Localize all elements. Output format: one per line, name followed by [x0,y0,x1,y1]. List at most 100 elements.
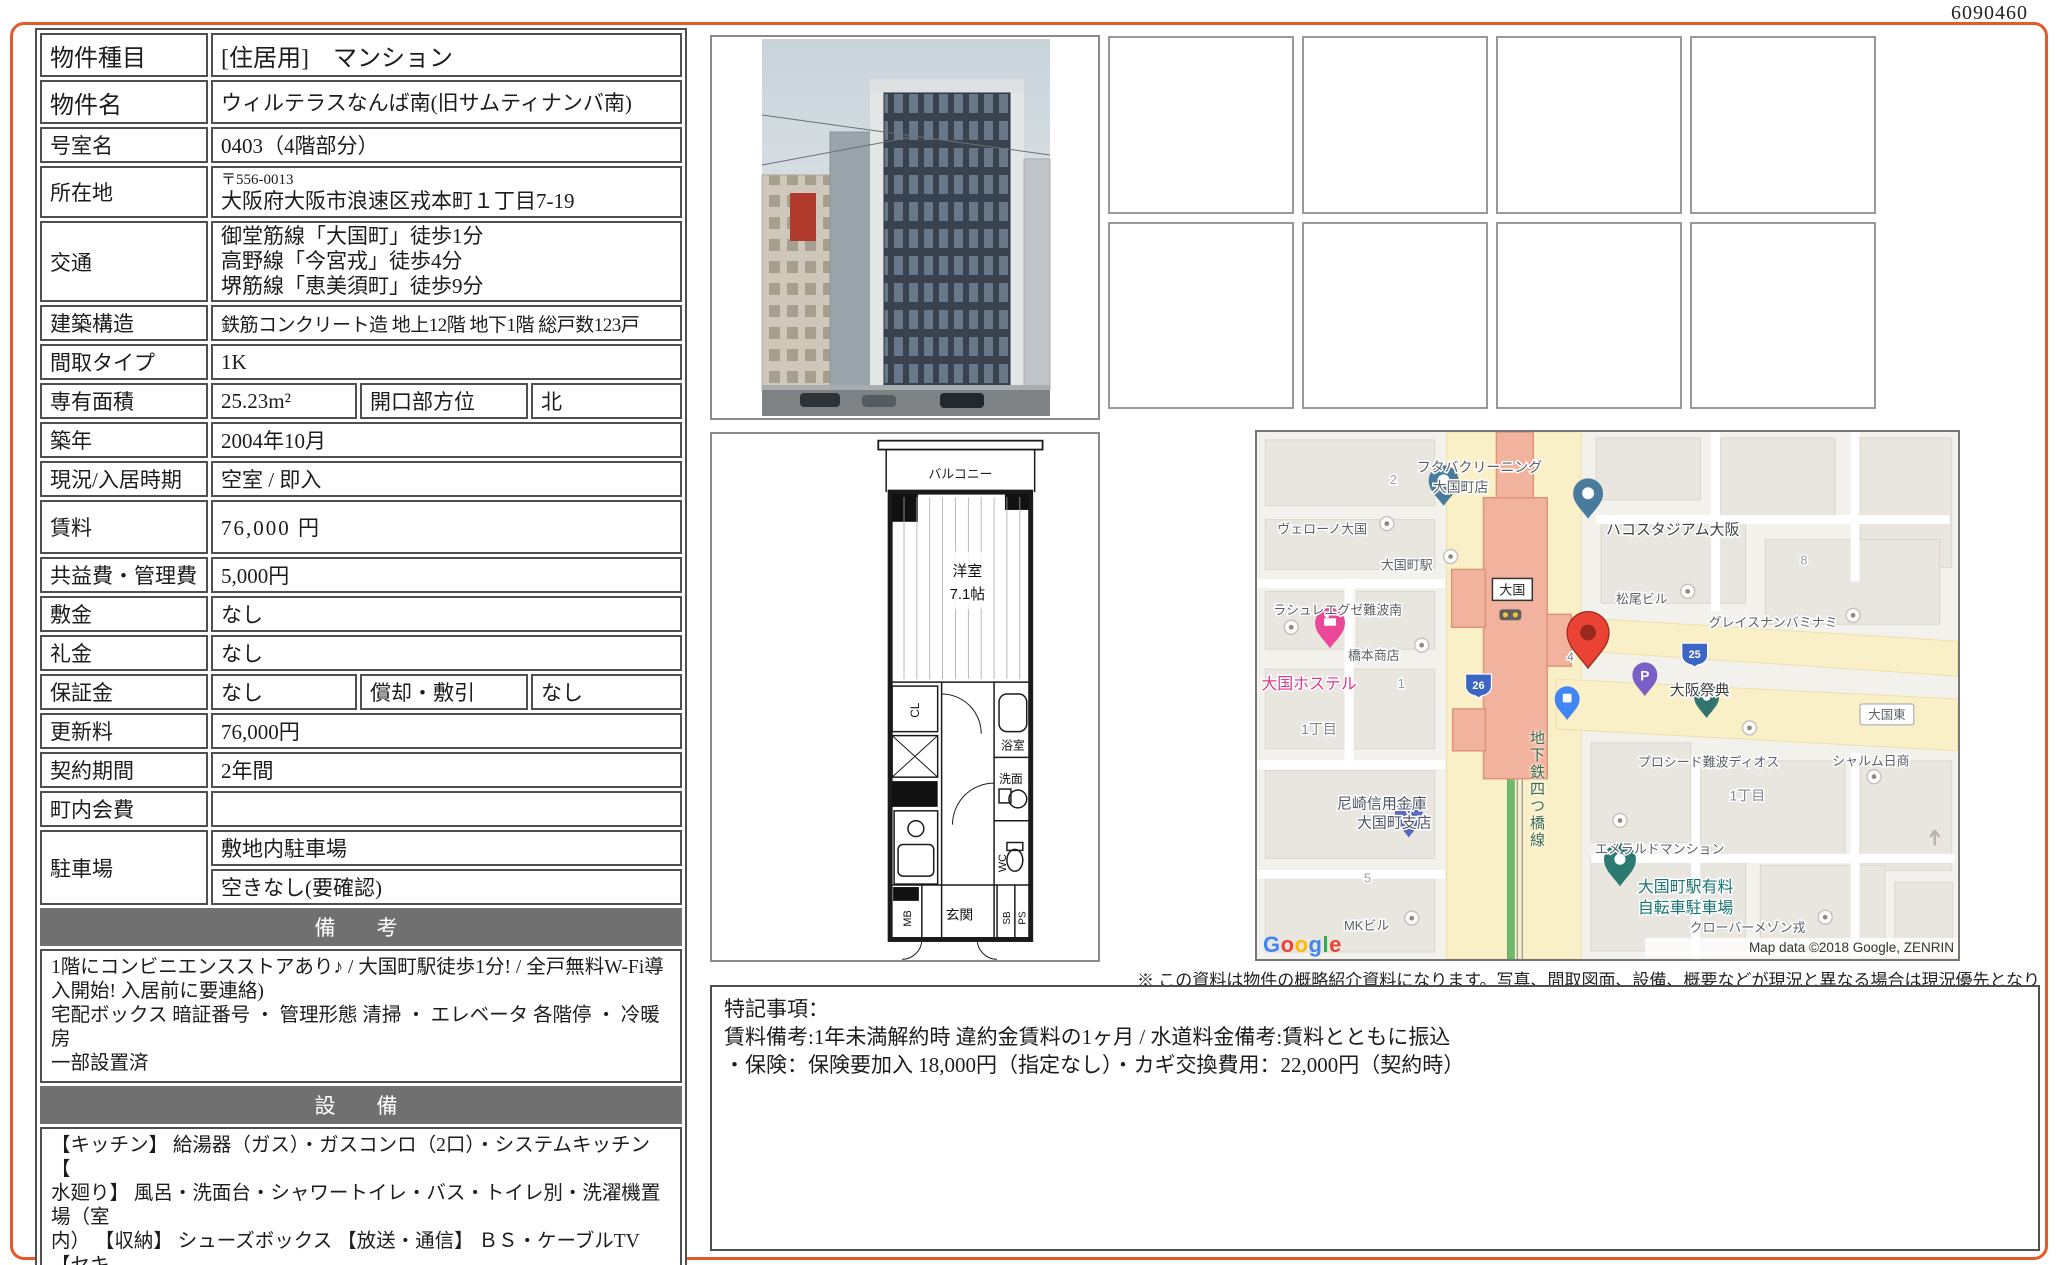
row-value: 鉄筋コンクリート造 地上12階 地下1階 総戸数123戸 [211,305,682,341]
row-value: 1K [211,344,682,380]
row-value: なし [211,596,682,632]
address-text: 大阪府大阪市浪速区戎本町１丁目7-19 [221,189,672,213]
table-row: 現況/入居時期 空室 / 即入 [40,461,682,497]
property-sheet: 6090460 物件種目 [住居用] マンション 物件名 ウィルテラスなんば南(… [0,0,2056,1265]
section-bar-row: 設 備 [40,1086,682,1124]
closet1-label: CL [908,702,922,718]
table-row: 所在地 〒556-0013 大阪府大阪市浪速区戎本町１丁目7-19 [40,166,682,218]
building-photo [710,35,1100,420]
mid-building [830,132,872,390]
kitchen-black-block [892,781,938,807]
block-number: 2 [1390,472,1397,487]
document-number: 6090460 [1951,2,2028,25]
table-row: 築年 2004年10月 [40,422,682,458]
row-value: 2004年10月 [211,422,682,458]
table-row: 保証金 なし 償却・敷引 なし [40,674,682,710]
table-row: 賃料 76,000 円 [40,500,682,554]
row-value: 0403（4階部分） [211,127,682,163]
row-label: 敷金 [40,596,208,632]
poi-label: ハコスタジアム大阪 [1606,522,1739,539]
map-attribution: Map data ©2018 Google, ZENRIN [1645,938,1958,957]
row-label: 契約期間 [40,752,208,788]
row-value2: なし [531,674,682,710]
row-label: 共益費・管理費 [40,557,208,593]
main-tower [870,79,1024,390]
row-label: 築年 [40,422,208,458]
sb-label: SB [1002,911,1013,925]
right-building [1024,159,1050,390]
table-row: 駐車場 敷地内駐車場 [40,830,682,866]
poi-label: 大国町支店 [1357,814,1432,831]
row-label: 専有面積 [40,383,208,419]
table-row: 共益費・管理費 5,000円 [40,557,682,593]
row-label: 建築構造 [40,305,208,341]
row-value: ウィルテラスなんば南(旧サムティナンバ南) [211,80,682,124]
row-label: 礼金 [40,635,208,671]
row-label: 号室名 [40,127,208,163]
block-number: 4 [1567,650,1574,664]
equipment-text: 【キッチン】 給湯器（ガス）・ガスコンロ（2口）・システムキッチン 【 水廻り】… [40,1127,682,1265]
photo-placeholder [1108,222,1294,409]
block-number: 8 [1800,552,1807,567]
row-label: 賃料 [40,500,208,554]
row-label: 物件種目 [40,33,208,77]
table-row: 物件種目 [住居用] マンション [40,33,682,77]
block-number: 1 [1398,676,1405,691]
row-value: 25.23m² [211,383,357,419]
svg-text:25: 25 [1689,649,1701,661]
table-row: 契約期間 2年間 [40,752,682,788]
remarks-text: 1階にコンビニエンスストアあり♪ / 大国町駅徒歩1分! / 全戸無料W-Fi導… [40,949,682,1083]
poi-label: プロシード難波ディオス [1638,755,1779,770]
balcony-rail [878,441,1042,450]
poi-label: 大国町店 [1433,479,1489,495]
svg-text:26: 26 [1472,680,1484,692]
table-row: 建築構造 鉄筋コンクリート造 地上12階 地下1階 総戸数123戸 [40,305,682,341]
poi-label: 大国ホステル [1261,675,1357,693]
postal-code: 〒556-0013 [221,172,672,189]
row-label: 間取タイプ [40,344,208,380]
photo-placeholder [1302,36,1488,214]
row-value: 御堂筋線「大国町」徒歩1分 高野線「今宮戎」徒歩4分 堺筋線「恵美須町」徒歩9分 [211,221,682,302]
room-label: 洋室 [953,563,983,580]
wc-label: WC [997,854,1009,872]
equipment-header: 設 備 [40,1086,682,1124]
poi-label: クローバーメゾン戎 [1690,920,1806,935]
photo-placeholder [1496,222,1682,409]
row-label: 交通 [40,221,208,302]
special-notes-box: 特記事項： 賃料備考:1年未満解約時 違約金賃料の1ヶ月 / 水道料金備考:賃料… [710,985,2040,1251]
wash-label: 洗面 [999,772,1023,786]
poi-label: 大国町駅 [1381,557,1433,572]
sidewalk [762,385,1050,390]
row-value2: 北 [531,383,682,419]
row-label: 更新料 [40,713,208,749]
table-row: 号室名 0403（4階部分） [40,127,682,163]
row-label: 町内会費 [40,791,208,827]
row-value: [住居用] マンション [211,33,682,77]
table-row: 間取タイプ 1K [40,344,682,380]
poi-label: グレイスナンバミナミ [1709,615,1838,630]
district-label: 1丁目 [1301,721,1337,737]
ps-label: PS [1018,911,1029,925]
area-badge-label: 大国東 [1868,708,1905,722]
poi-label: ヴェローノ大国 [1277,522,1367,537]
remarks-row: 1階にコンビニエンスストアあり♪ / 大国町駅徒歩1分! / 全戸無料W-Fi導… [40,949,682,1083]
equipment-row: 【キッチン】 給湯器（ガス）・ガスコンロ（2口）・システムキッチン 【 水廻り】… [40,1127,682,1265]
cars [800,393,984,408]
map-image: 大国 大国東 [1257,432,1958,959]
bath-label: 浴室 [1001,738,1025,752]
station-badge-label: 大国 [1499,582,1525,597]
district-label: 1丁目 [1730,788,1766,804]
poi-label: シャルム日商 [1832,754,1909,769]
photo-placeholder [1690,222,1876,409]
photo-placeholder [1690,36,1876,214]
row-value: なし [211,674,357,710]
row-value: なし [211,635,682,671]
row-label: 保証金 [40,674,208,710]
entrance-label: 玄関 [946,907,974,923]
poi-label: 自転車駐車場 [1638,899,1734,917]
photo-placeholder [1302,222,1488,409]
photo-placeholder [1108,36,1294,214]
row-label: 物件名 [40,80,208,124]
parking-top: 敷地内駐車場 [211,830,682,866]
table-row: 物件名 ウィルテラスなんば南(旧サムティナンバ南) [40,80,682,124]
